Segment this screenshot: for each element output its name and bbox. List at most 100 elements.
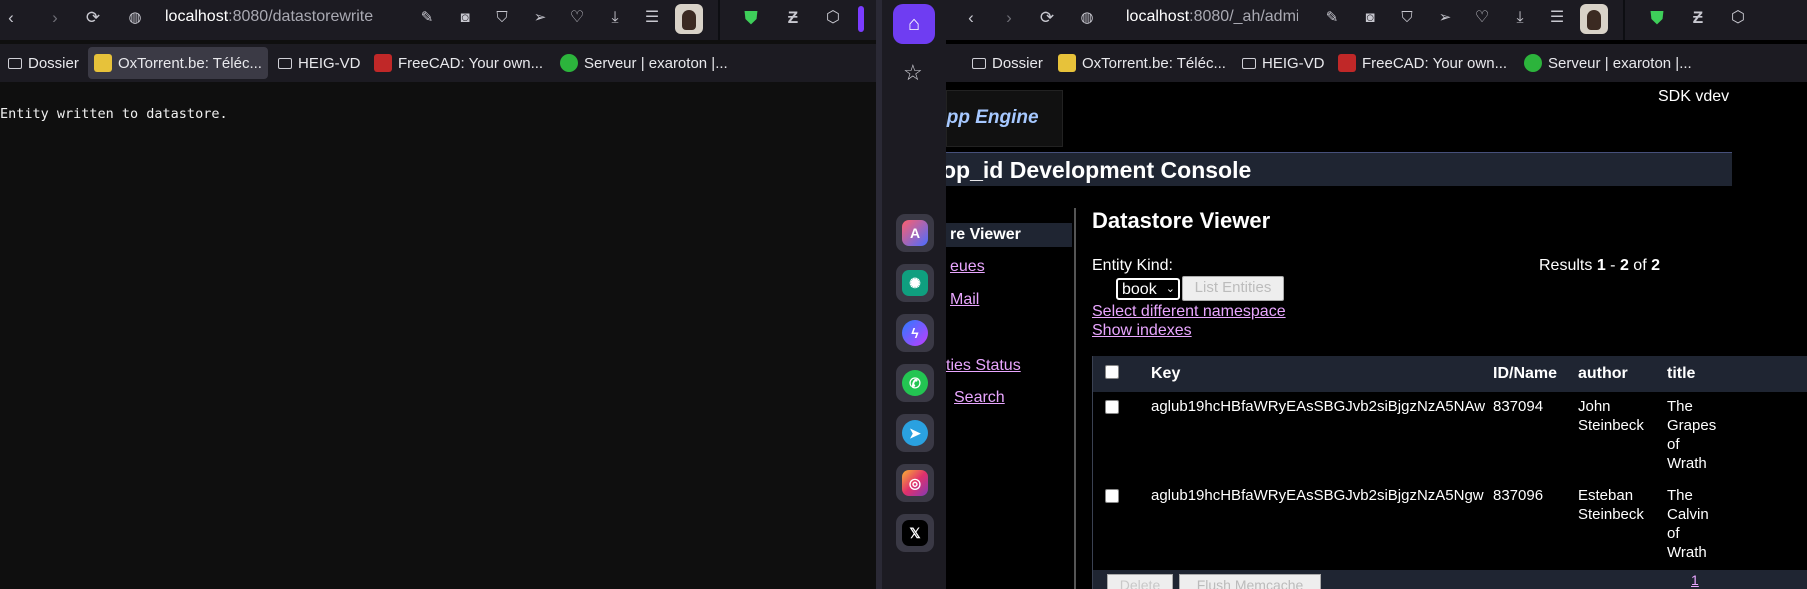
home-icon[interactable]: ⌂: [893, 4, 935, 44]
right-browser-window: ‹ › ⟳ ◍ localhost:8080/_ah/admin/datas ✎…: [946, 0, 1807, 589]
sdk-version: SDK vdev: [1658, 88, 1730, 105]
left-toolbar: ‹ › ⟳ ◍ localhost:8080/datastorewrite ✎ …: [0, 0, 876, 40]
row-key[interactable]: aglub19hcHBfaWRyEAsSBGJvb2siBjgzNzA5NAw: [1151, 397, 1485, 416]
column-header-author: author: [1578, 365, 1628, 382]
right-bookmarks-bar: Dossier OxTorrent.be: Téléc... HEIG-VD F…: [946, 44, 1807, 82]
gear-icon: [1524, 54, 1542, 72]
row-checkbox[interactable]: [1105, 400, 1119, 414]
edit-icon[interactable]: ✎: [1321, 8, 1343, 30]
toolbar-separator: [1623, 0, 1625, 40]
delete-button[interactable]: Delete: [1107, 574, 1173, 589]
sidebar-app-instagram[interactable]: ◎: [896, 464, 934, 502]
nav-divider: [1074, 208, 1076, 589]
url-bar[interactable]: localhost:8080/_ah/admin/datas: [1126, 8, 1298, 26]
avatar[interactable]: [675, 4, 703, 34]
edit-icon[interactable]: ✎: [416, 8, 438, 30]
bookmark-label: OxTorrent.be: Téléc...: [1082, 54, 1226, 72]
right-toolbar: ‹ › ⟳ ◍ localhost:8080/_ah/admin/datas ✎…: [946, 0, 1807, 40]
nav-link-queues[interactable]: eues: [950, 258, 985, 276]
bookmark-freecad[interactable]: FreeCAD: Your own...: [368, 47, 549, 79]
send-icon[interactable]: ➢: [1434, 8, 1456, 30]
row-checkbox[interactable]: [1105, 489, 1119, 503]
folder-icon: [278, 57, 292, 69]
folder-icon: [1242, 57, 1256, 69]
list-entities-button[interactable]: List Entities: [1182, 276, 1284, 301]
bookmark-exaroton[interactable]: Serveur | exaroton |...: [554, 47, 734, 79]
bookmark-label: Dossier: [28, 54, 79, 72]
shield-check-icon[interactable]: ⛊: [1646, 8, 1668, 30]
send-icon[interactable]: ➢: [529, 8, 551, 30]
sidebar-app-messenger[interactable]: ϟ: [896, 314, 934, 352]
cube-icon[interactable]: ⬡: [1727, 8, 1749, 30]
bookmark-dossier[interactable]: Dossier: [2, 47, 85, 79]
bookmark-exaroton[interactable]: Serveur | exaroton |...: [1518, 47, 1698, 79]
bookmark-label: HEIG-VD: [298, 54, 361, 72]
sidebar-app-telegram[interactable]: ➤: [896, 414, 934, 452]
bookmark-oxtorrent[interactable]: OxTorrent.be: Téléc...: [1052, 47, 1232, 79]
nav-link-search[interactable]: Search: [954, 389, 1005, 407]
forward-icon[interactable]: ›: [998, 8, 1020, 30]
console-title: op_id Development Console: [946, 157, 1252, 183]
title-line: of: [1667, 436, 1680, 453]
lock-icon: [1058, 54, 1076, 72]
telegram-icon: ➤: [902, 420, 928, 446]
chatgpt-icon: ✺: [902, 270, 928, 296]
folder-icon: [8, 57, 22, 69]
heart-icon[interactable]: ♡: [1471, 8, 1493, 30]
viewer-title: Datastore Viewer: [1092, 208, 1271, 233]
title-line: Grapes: [1667, 417, 1717, 434]
sidebar-app-x[interactable]: 𝕏: [896, 514, 934, 552]
logo-text: App Engine: [946, 107, 1039, 128]
console-header: op_id Development Console: [946, 152, 1732, 186]
shield-check-icon[interactable]: ⛊: [740, 8, 762, 30]
page-number-link[interactable]: 1: [1691, 572, 1699, 588]
kind-select[interactable]: book ⌄: [1116, 278, 1180, 300]
nav-link-mail[interactable]: Mail: [950, 291, 979, 309]
select-all-checkbox[interactable]: [1105, 365, 1119, 379]
nav-link-capabilities-status[interactable]: ties Status: [946, 357, 1021, 375]
cube-icon[interactable]: ⬡: [822, 8, 844, 30]
author-line: Steinbeck: [1578, 506, 1644, 523]
zotero-icon[interactable]: Ƶ: [1687, 8, 1709, 30]
download-icon[interactable]: ⤓: [1509, 8, 1531, 30]
page-message: Entity written to datastore.: [0, 106, 228, 122]
download-icon[interactable]: ⤓: [604, 8, 626, 30]
show-indexes-link[interactable]: Show indexes: [1092, 322, 1192, 340]
sidebar-app-chatgpt[interactable]: ✺: [896, 264, 934, 302]
zotero-icon[interactable]: Ƶ: [782, 8, 804, 30]
column-header-title: title: [1667, 365, 1696, 382]
row-key[interactable]: aglub19hcHBfaWRyEAsSBGJvb2siBjgzNzA5Ngw: [1151, 486, 1484, 505]
select-namespace-link[interactable]: Select different namespace: [1092, 303, 1286, 321]
reload-icon[interactable]: ⟳: [82, 8, 104, 30]
left-browser-window: ‹ › ⟳ ◍ localhost:8080/datastorewrite ✎ …: [0, 0, 876, 589]
shield-icon[interactable]: ⛉: [491, 8, 513, 30]
heart-icon[interactable]: ♡: [566, 8, 588, 30]
row-title: The Grapes of Wrath: [1667, 397, 1716, 473]
row-author: John Steinbeck: [1578, 397, 1644, 435]
star-icon[interactable]: ☆: [903, 60, 923, 86]
camera-icon[interactable]: ◙: [454, 8, 476, 30]
chevron-down-icon: ⌄: [1165, 283, 1175, 295]
url-bar[interactable]: localhost:8080/datastorewrite: [165, 8, 373, 26]
freecad-icon: [1338, 54, 1356, 72]
flush-memcache-button[interactable]: Flush Memcache: [1179, 574, 1321, 589]
whatsapp-icon: ✆: [902, 370, 928, 396]
settings-sliders-icon[interactable]: ☰: [1546, 8, 1568, 30]
bookmark-freecad[interactable]: FreeCAD: Your own...: [1332, 47, 1513, 79]
settings-sliders-icon[interactable]: ☰: [641, 8, 663, 30]
forward-icon[interactable]: ›: [44, 8, 66, 30]
sidebar-app-arc[interactable]: A: [896, 214, 934, 252]
back-icon[interactable]: ‹: [960, 8, 982, 30]
avatar[interactable]: [1580, 4, 1608, 34]
bookmark-heig-vd[interactable]: HEIG-VD: [1236, 47, 1331, 79]
bookmark-label: FreeCAD: Your own...: [398, 54, 544, 72]
bookmark-oxtorrent[interactable]: OxTorrent.be: Téléc...: [88, 47, 268, 79]
camera-icon[interactable]: ◙: [1359, 8, 1381, 30]
reload-icon[interactable]: ⟳: [1036, 8, 1058, 30]
nav-active-item[interactable]: re Viewer: [946, 223, 1072, 247]
bookmark-heig-vd[interactable]: HEIG-VD: [272, 47, 367, 79]
shield-icon[interactable]: ⛉: [1396, 8, 1418, 30]
back-icon[interactable]: ‹: [0, 8, 22, 30]
bookmark-dossier[interactable]: Dossier: [966, 47, 1049, 79]
sidebar-app-whatsapp[interactable]: ✆: [896, 364, 934, 402]
